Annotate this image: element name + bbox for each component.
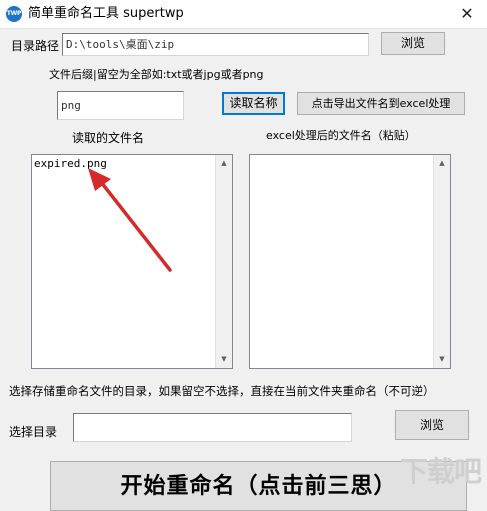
- save-dir-hint: 选择存储重命名文件的目录，如果留空不选择，直接在当前文件夹重命名（不可逆）: [9, 384, 435, 398]
- save-dir-label: 选择目录: [9, 425, 58, 439]
- browse-save-dir-button[interactable]: 浏览: [395, 410, 469, 440]
- save-dir-input[interactable]: [73, 413, 352, 442]
- watermark-logo: 下载吧: [400, 455, 482, 488]
